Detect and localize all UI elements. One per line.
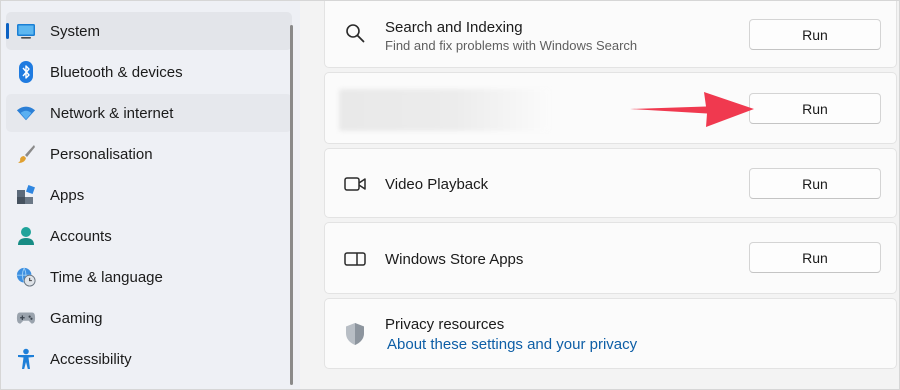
blurred-title — [339, 89, 549, 131]
privacy-title: Privacy resources — [385, 316, 505, 333]
sidebar-item-apps[interactable]: Apps — [6, 176, 292, 214]
bluetooth-icon — [16, 61, 36, 83]
sidebar-item-label: Apps — [50, 187, 85, 204]
apps-icon — [16, 185, 36, 205]
sidebar-item-label: Bluetooth & devices — [50, 64, 183, 81]
sidebar-item-time-language[interactable]: Time & language — [6, 258, 292, 296]
sidebar-item-network-internet[interactable]: Network & internet — [6, 94, 292, 132]
annotation-arrow-icon — [630, 92, 754, 127]
person-icon — [16, 226, 36, 246]
troubleshooter-video-playback: Video Playback Run — [324, 148, 897, 218]
run-video-playback-button[interactable]: Run — [749, 168, 881, 199]
paintbrush-icon — [16, 144, 36, 164]
store-apps-icon — [343, 247, 367, 271]
selection-indicator — [6, 23, 9, 39]
troubleshooter-description: Find and fix problems with Windows Searc… — [385, 38, 638, 53]
troubleshooter-title: Search and Indexing — [385, 19, 523, 36]
globe-clock-icon — [16, 267, 36, 287]
sidebar-item-accounts[interactable]: Accounts — [6, 217, 292, 255]
sidebar-item-label: Network & internet — [50, 105, 174, 122]
wifi-icon — [16, 103, 36, 123]
sidebar-item-label: Time & language — [50, 269, 163, 286]
video-camera-icon — [343, 172, 367, 196]
search-icon — [343, 21, 367, 45]
sidebar-scrollbar[interactable] — [290, 25, 293, 385]
gamepad-icon — [16, 308, 36, 328]
privacy-link[interactable]: About these settings and your privacy — [387, 336, 637, 353]
sidebar-item-label: Accessibility — [50, 351, 132, 368]
sidebar-item-bluetooth-devices[interactable]: Bluetooth & devices — [6, 53, 292, 91]
monitor-icon — [16, 21, 36, 41]
troubleshooter-title: Video Playback — [385, 176, 489, 193]
troubleshooter-obscured: Run — [324, 72, 897, 144]
sidebar-item-accessibility[interactable]: Accessibility — [6, 340, 292, 378]
sidebar-item-gaming[interactable]: Gaming — [6, 299, 292, 337]
run-obscured-button[interactable]: Run — [749, 93, 881, 124]
privacy-resources: Privacy resources About these settings a… — [324, 298, 897, 369]
sidebar-item-label: Personalisation — [50, 146, 153, 163]
accessibility-icon — [16, 348, 36, 369]
sidebar-item-system[interactable]: System — [6, 12, 292, 50]
troubleshooter-windows-store-apps: Windows Store Apps Run — [324, 222, 897, 294]
sidebar-item-label: System — [50, 23, 101, 40]
run-search-indexing-button[interactable]: Run — [749, 19, 881, 50]
troubleshooter-search-indexing: Search and Indexing Find and fix problem… — [324, 0, 897, 68]
shield-icon — [343, 322, 367, 346]
sidebar-item-label: Gaming — [50, 310, 103, 327]
sidebar-item-personalisation[interactable]: Personalisation — [6, 135, 292, 173]
troubleshooter-title: Windows Store Apps — [385, 251, 524, 268]
sidebar-item-label: Accounts — [50, 228, 112, 245]
run-windows-store-apps-button[interactable]: Run — [749, 242, 881, 273]
sidebar: System Bluetooth & devices Network & int… — [0, 0, 300, 390]
